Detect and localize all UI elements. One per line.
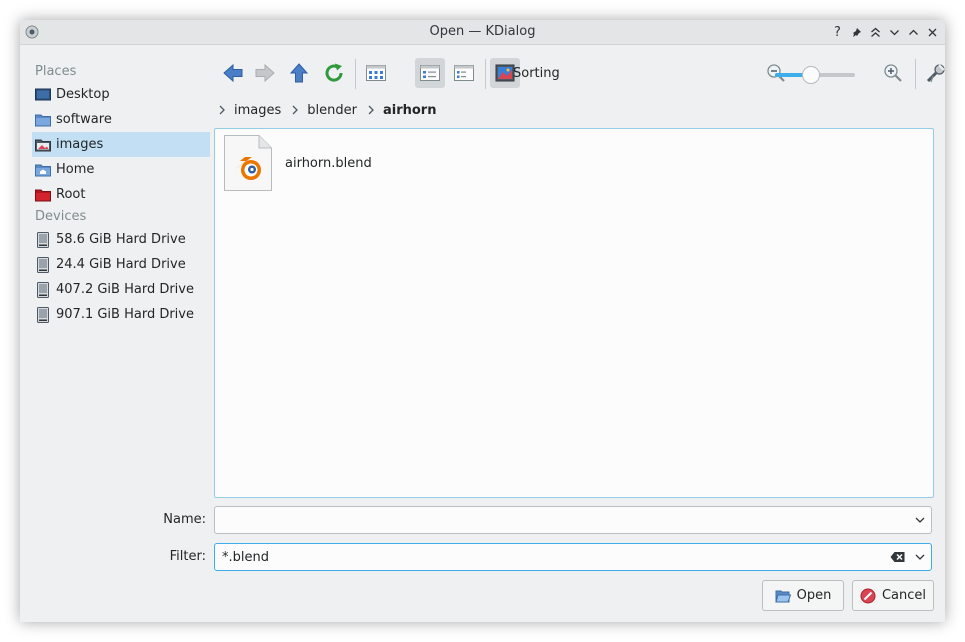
- desktop-icon: [35, 88, 51, 100]
- toolbar-separator: [915, 59, 916, 89]
- title-bar[interactable]: Open — KDialog ?: [20, 20, 945, 45]
- hard-drive-icon: [37, 256, 49, 273]
- breadcrumb-item-blender[interactable]: blender: [307, 103, 357, 118]
- chevron-down-icon[interactable]: [915, 553, 925, 561]
- places-item-label: Desktop: [56, 87, 110, 102]
- minimize-button[interactable]: [886, 23, 903, 41]
- icons-view-icon: [366, 65, 386, 81]
- compact-view-button[interactable]: [415, 58, 445, 88]
- hard-drive-icon: [37, 306, 49, 323]
- breadcrumb-item-airhorn[interactable]: airhorn: [383, 103, 437, 118]
- file-item[interactable]: airhorn.blend: [223, 134, 372, 192]
- places-item-label: software: [56, 112, 112, 127]
- back-arrow-icon: [223, 63, 243, 83]
- name-label: Name:: [163, 512, 206, 527]
- keep-above-icon: [871, 27, 880, 37]
- cancel-button[interactable]: Cancel: [852, 580, 934, 611]
- folder-icon: [35, 114, 51, 126]
- sorting-menu-button[interactable]: Sorting: [513, 66, 560, 81]
- maximize-icon: [909, 29, 918, 35]
- options-wrench-icon: [926, 64, 945, 83]
- cancel-button-label: Cancel: [881, 588, 927, 603]
- details-view-icon: [454, 65, 474, 81]
- hard-drive-icon: [37, 231, 49, 248]
- filter-label: Filter:: [169, 549, 206, 564]
- zoom-in-icon: [884, 64, 902, 82]
- pin-button[interactable]: [848, 23, 865, 41]
- places-panel: Places Desktop software images Home Root…: [32, 62, 210, 327]
- breadcrumb-item-images[interactable]: images: [234, 103, 281, 118]
- device-item[interactable]: 907.1 GiB Hard Drive: [32, 302, 210, 327]
- up-button[interactable]: [284, 58, 314, 88]
- blender-file-icon: [224, 135, 272, 191]
- places-item-label: Root: [56, 187, 86, 202]
- back-button[interactable]: [218, 58, 248, 88]
- clear-text-icon[interactable]: [890, 551, 905, 563]
- chevron-right-icon[interactable]: [218, 105, 226, 115]
- close-button[interactable]: [924, 23, 941, 41]
- chevron-down-icon[interactable]: [915, 516, 925, 524]
- forward-arrow-icon: [255, 63, 275, 83]
- filter-input[interactable]: *.blend: [222, 550, 269, 565]
- compact-view-icon: [420, 65, 440, 81]
- breadcrumb: images blender airhorn: [216, 100, 444, 120]
- open-button[interactable]: Open: [762, 580, 844, 611]
- zoom-slider[interactable]: [775, 66, 855, 84]
- device-label: 407.2 GiB Hard Drive: [56, 282, 194, 297]
- window-title: Open — KDialog: [429, 24, 536, 39]
- chevron-right-icon[interactable]: [291, 105, 299, 115]
- close-icon: [928, 28, 937, 36]
- places-item-home[interactable]: Home: [32, 157, 210, 182]
- name-combobox[interactable]: [214, 506, 932, 534]
- icons-view-button[interactable]: [361, 58, 391, 88]
- help-button[interactable]: ?: [829, 23, 846, 41]
- reload-button[interactable]: [319, 58, 349, 88]
- keep-above-button[interactable]: [867, 23, 884, 41]
- places-item-images[interactable]: images: [32, 132, 210, 157]
- minimize-icon: [890, 29, 899, 35]
- device-item[interactable]: 407.2 GiB Hard Drive: [32, 277, 210, 302]
- dialog-window: Open — KDialog ? Places Desktop software…: [20, 20, 945, 622]
- toolbar: Sorting: [218, 56, 945, 94]
- details-view-button[interactable]: [449, 58, 479, 88]
- options-button[interactable]: [921, 58, 951, 88]
- maximize-button[interactable]: [905, 23, 922, 41]
- up-arrow-icon: [289, 63, 309, 83]
- forward-button[interactable]: [250, 58, 280, 88]
- filter-combobox[interactable]: *.blend: [214, 543, 932, 571]
- device-label: 907.1 GiB Hard Drive: [56, 307, 194, 322]
- places-item-desktop[interactable]: Desktop: [32, 82, 210, 107]
- help-icon: ?: [834, 24, 841, 40]
- device-label: 24.4 GiB Hard Drive: [56, 257, 186, 272]
- home-folder-icon: [35, 164, 51, 176]
- folder-images-icon: [35, 139, 51, 151]
- file-view[interactable]: airhorn.blend: [214, 128, 934, 498]
- places-item-root[interactable]: Root: [32, 182, 210, 207]
- reload-icon: [325, 63, 343, 82]
- cancel-icon: [860, 588, 876, 603]
- root-folder-icon: [35, 189, 51, 201]
- device-item[interactable]: 24.4 GiB Hard Drive: [32, 252, 210, 277]
- places-item-software[interactable]: software: [32, 107, 210, 132]
- toolbar-separator: [355, 59, 356, 89]
- pin-icon: [853, 27, 861, 37]
- device-item[interactable]: 58.6 GiB Hard Drive: [32, 227, 210, 252]
- hard-drive-icon: [37, 281, 49, 298]
- document-open-icon: [774, 590, 791, 602]
- open-button-label: Open: [796, 588, 832, 603]
- toolbar-separator: [485, 59, 486, 89]
- file-name: airhorn.blend: [285, 155, 372, 171]
- places-section-label: Places: [35, 64, 77, 79]
- zoom-in-button[interactable]: [878, 58, 908, 88]
- devices-section-label: Devices: [35, 209, 87, 224]
- places-item-label: Home: [56, 162, 95, 177]
- places-item-label: images: [56, 137, 104, 152]
- zoom-slider-handle[interactable]: [802, 66, 820, 84]
- device-label: 58.6 GiB Hard Drive: [56, 232, 186, 247]
- chevron-right-icon[interactable]: [367, 105, 375, 115]
